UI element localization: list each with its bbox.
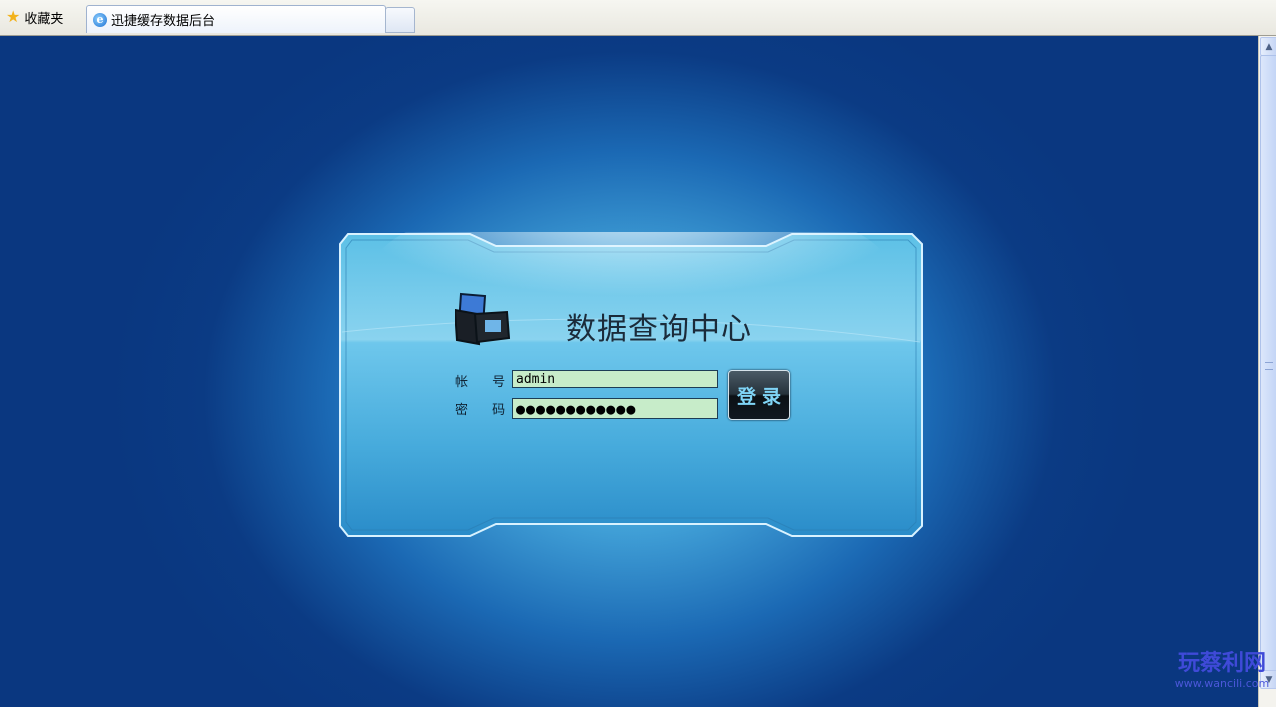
logo-icon — [455, 292, 511, 346]
login-button[interactable]: 登录 — [728, 370, 790, 420]
scroll-up-icon[interactable]: ▲ — [1260, 37, 1276, 56]
browser-toolbar: ★ 收藏夹 e 迅捷缓存数据后台 — [0, 0, 1276, 36]
scroll-thumb[interactable] — [1260, 55, 1276, 677]
username-input[interactable] — [512, 370, 718, 388]
favorites-button[interactable]: ★ 收藏夹 — [6, 7, 63, 27]
ie-icon: e — [93, 12, 107, 27]
password-input[interactable] — [512, 398, 718, 419]
star-icon: ★ — [6, 7, 21, 26]
vertical-scrollbar[interactable]: ▲ ▼ — [1258, 36, 1276, 707]
thumb-grip — [1265, 362, 1273, 370]
new-tab-button[interactable] — [385, 7, 415, 33]
browser-tab[interactable]: e 迅捷缓存数据后台 — [86, 5, 386, 33]
watermark-name: 玩蔡利网 — [1177, 651, 1266, 676]
page-title: 数据查询中心 — [566, 312, 752, 347]
watermark: 玩蔡利网 www.wancili.com — [1172, 651, 1272, 691]
favorites-label: 收藏夹 — [24, 11, 64, 27]
tab-title: 迅捷缓存数据后台 — [111, 14, 216, 29]
watermark-url: www.wancili.com — [1174, 677, 1270, 690]
